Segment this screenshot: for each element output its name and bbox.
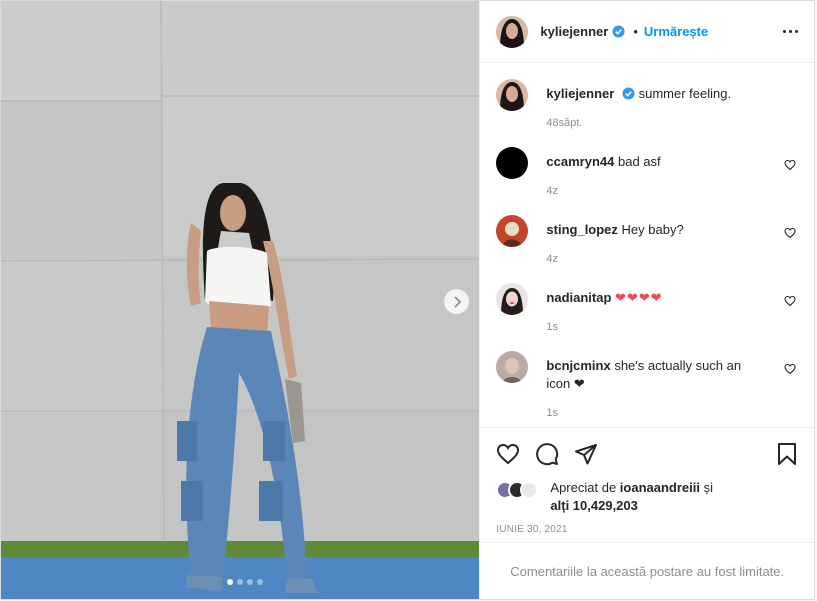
post-image[interactable] bbox=[1, 1, 480, 599]
likes-count[interactable]: alți 10,429,203 bbox=[550, 498, 637, 513]
avatar[interactable] bbox=[496, 79, 529, 111]
post-actions: Apreciat de ioanaandreiii și alți 10,429… bbox=[480, 427, 814, 535]
comment-icon[interactable] bbox=[535, 442, 559, 466]
comment-time[interactable]: 1s bbox=[546, 407, 756, 419]
heart-icon[interactable] bbox=[784, 363, 796, 375]
likes-text: Apreciat de ioanaandreiii și alți 10,429… bbox=[550, 480, 714, 513]
comment-username[interactable]: kyliejenner bbox=[546, 86, 614, 101]
heart-icon[interactable] bbox=[784, 295, 796, 307]
carousel-dot bbox=[227, 579, 233, 585]
comment-username[interactable]: sting_lopez bbox=[546, 222, 618, 237]
comment-item: sting_lopez Hey baby? 4z bbox=[496, 215, 798, 265]
post-dialog: kyliejenner • Urmărește kyliejenner summ… bbox=[0, 0, 815, 600]
carousel-dot bbox=[237, 579, 243, 585]
carousel-indicator bbox=[227, 579, 263, 585]
photo-illustration bbox=[1, 1, 480, 599]
comment-time[interactable]: 48săpt. bbox=[546, 117, 756, 129]
post-side-panel: kyliejenner • Urmărește kyliejenner summ… bbox=[479, 1, 814, 599]
verified-icon bbox=[612, 25, 625, 38]
liker-username[interactable]: ioanaandreiii bbox=[620, 480, 700, 495]
likes-summary: Apreciat de ioanaandreiii și alți 10,429… bbox=[496, 479, 798, 515]
heart-icon[interactable] bbox=[784, 227, 796, 239]
avatar bbox=[520, 481, 539, 499]
comment-text: Hey baby? bbox=[621, 222, 684, 237]
comment-time[interactable]: 4z bbox=[546, 185, 756, 197]
separator: • bbox=[633, 24, 638, 39]
caption: kyliejenner summer feeling. 48săpt. bbox=[496, 79, 798, 129]
heart-icon[interactable] bbox=[496, 442, 520, 466]
more-options-button[interactable] bbox=[783, 30, 798, 33]
chevron-right-icon bbox=[453, 295, 461, 308]
post-date[interactable]: Iunie 30, 2021 bbox=[496, 524, 798, 535]
heart-icon[interactable] bbox=[784, 159, 796, 171]
carousel-dot bbox=[257, 579, 263, 585]
share-icon[interactable] bbox=[574, 442, 598, 466]
liker-avatars bbox=[496, 479, 539, 499]
verified-icon bbox=[622, 87, 635, 100]
comment-time[interactable]: 4z bbox=[546, 253, 756, 265]
action-icons bbox=[496, 442, 798, 466]
avatar[interactable] bbox=[496, 351, 529, 383]
comment-item: ccamryn44 bad asf 4z bbox=[496, 147, 798, 197]
comment-text: ❤❤❤❤ bbox=[615, 290, 663, 305]
post-header: kyliejenner • Urmărește bbox=[480, 1, 814, 63]
bookmark-icon[interactable] bbox=[776, 442, 798, 466]
comment-username[interactable]: ccamryn44 bbox=[546, 154, 614, 169]
comment-item: bcnjcminx she's actually such an icon ❤ … bbox=[496, 351, 798, 419]
comment-username[interactable]: nadianitap bbox=[546, 290, 611, 305]
more-icon bbox=[783, 30, 786, 33]
comment-text: bad asf bbox=[617, 154, 661, 169]
avatar[interactable] bbox=[496, 147, 529, 179]
comment-username[interactable]: bcnjcminx bbox=[546, 358, 610, 373]
avatar[interactable] bbox=[496, 15, 529, 48]
avatar[interactable] bbox=[496, 215, 529, 247]
caption-text: summer feeling. bbox=[638, 86, 732, 101]
comments-list[interactable]: kyliejenner summer feeling. 48săpt. ccam… bbox=[480, 63, 814, 427]
avatar[interactable] bbox=[496, 283, 529, 315]
follow-button[interactable]: Urmărește bbox=[644, 24, 708, 39]
comment-item: nadianitap ❤❤❤❤ 1s bbox=[496, 283, 798, 333]
next-image-button[interactable] bbox=[444, 289, 469, 314]
comment-time[interactable]: 1s bbox=[546, 321, 756, 333]
author-username[interactable]: kyliejenner bbox=[540, 24, 608, 39]
comments-limited-notice: Comentariile la această postare au fost … bbox=[480, 542, 814, 599]
carousel-dot bbox=[247, 579, 253, 585]
